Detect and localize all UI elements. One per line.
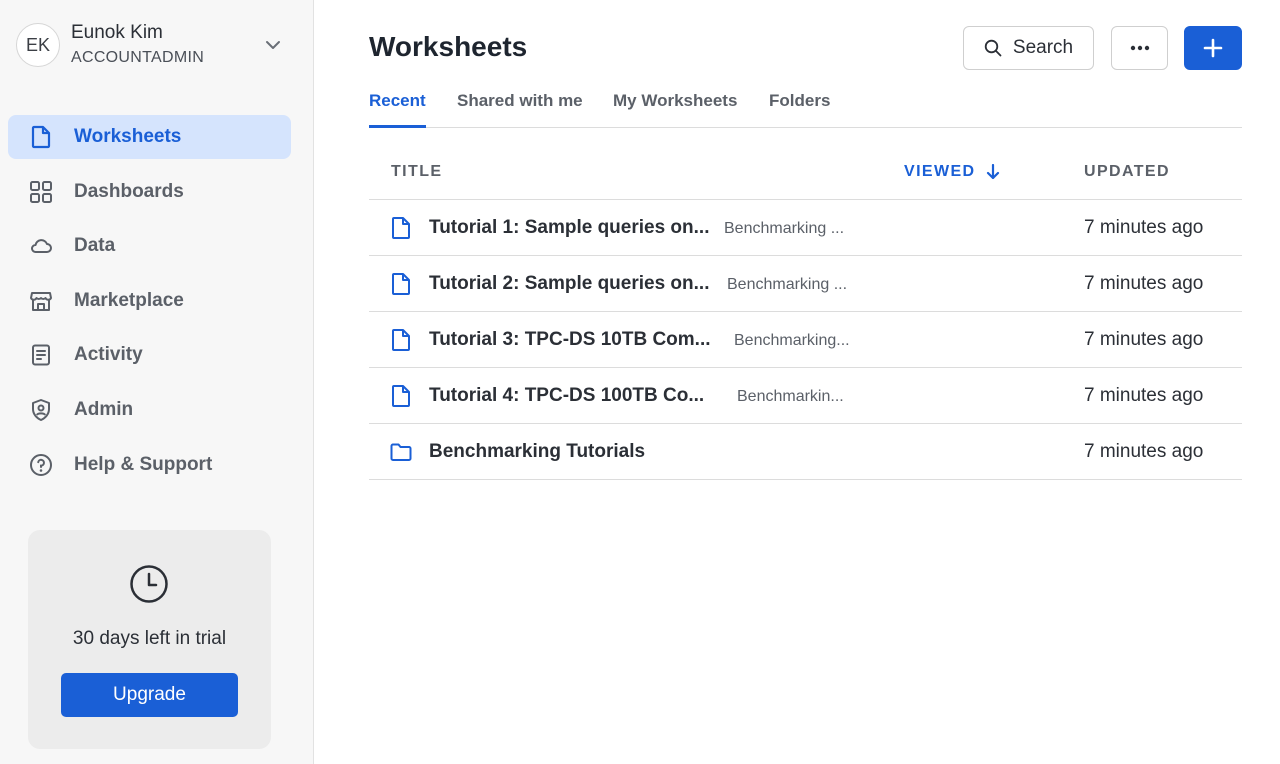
table-row[interactable]: Tutorial 3: TPC-DS 10TB Com... Benchmark…: [369, 312, 1242, 368]
row-title: Tutorial 1: Sample queries on...: [429, 217, 710, 238]
row-updated: 7 minutes ago: [1084, 217, 1204, 238]
tab-folders[interactable]: Folders: [769, 88, 830, 128]
search-icon: [984, 39, 1002, 57]
dashboard-grid-icon: [29, 180, 53, 204]
sidebar: EK Eunok Kim ACCOUNTADMIN Worksheets Das…: [0, 0, 314, 764]
page-title: Worksheets: [369, 31, 528, 62]
row-folder: Benchmarkin...: [737, 388, 844, 405]
help-circle-icon: [29, 453, 53, 477]
sidebar-nav: Worksheets Dashboards Data Marketplace A…: [8, 115, 291, 497]
worksheet-icon: [392, 329, 410, 351]
worksheet-icon: [29, 125, 53, 149]
row-title: Tutorial 3: TPC-DS 10TB Com...: [429, 329, 711, 350]
avatar: EK: [16, 23, 60, 67]
row-title: Tutorial 4: TPC-DS 100TB Co...: [429, 385, 705, 406]
sidebar-item-label: Data: [74, 235, 116, 257]
table-row[interactable]: Tutorial 1: Sample queries on... Benchma…: [369, 200, 1242, 256]
row-folder: Benchmarking...: [734, 332, 850, 349]
worksheet-icon: [392, 217, 410, 239]
row-updated: 7 minutes ago: [1084, 441, 1204, 462]
user-role: ACCOUNTADMIN: [71, 49, 205, 66]
shield-user-icon: [29, 398, 53, 422]
sidebar-item-admin[interactable]: Admin: [8, 388, 291, 432]
activity-list-icon: [29, 343, 53, 367]
sidebar-item-label: Activity: [74, 344, 143, 366]
plus-icon: [1203, 38, 1223, 58]
upgrade-button[interactable]: Upgrade: [61, 673, 238, 717]
sidebar-item-dashboards[interactable]: Dashboards: [8, 170, 291, 214]
table-row[interactable]: Tutorial 2: Sample queries on... Benchma…: [369, 256, 1242, 312]
user-menu[interactable]: EK Eunok Kim ACCOUNTADMIN: [16, 20, 298, 70]
more-horizontal-icon: [1130, 45, 1149, 51]
row-folder: Benchmarking ...: [727, 276, 848, 293]
sidebar-item-label: Admin: [74, 398, 134, 420]
worksheet-icon: [392, 273, 410, 295]
more-options-button[interactable]: [1111, 26, 1168, 70]
search-button-label: Search: [1012, 37, 1074, 58]
column-header-viewed-label: VIEWED: [904, 163, 976, 180]
worksheet-icon: [392, 385, 410, 407]
clock-icon: [130, 565, 168, 603]
sidebar-item-label: Marketplace: [74, 289, 184, 311]
row-folder: Benchmarking ...: [724, 220, 845, 237]
tab-recent[interactable]: Recent: [369, 88, 426, 128]
row-updated: 7 minutes ago: [1084, 385, 1204, 406]
user-name: Eunok Kim: [71, 22, 163, 43]
sidebar-item-help-support[interactable]: Help & Support: [8, 443, 291, 487]
tab-bar: Recent Shared with me My Worksheets Fold…: [369, 88, 1242, 128]
chevron-down-icon: [266, 41, 280, 49]
sidebar-item-activity[interactable]: Activity: [8, 333, 291, 377]
table-row[interactable]: Benchmarking Tutorials 7 minutes ago: [369, 424, 1242, 480]
sidebar-item-data[interactable]: Data: [8, 224, 291, 268]
row-updated: 7 minutes ago: [1084, 329, 1204, 350]
add-worksheet-button[interactable]: [1184, 26, 1242, 70]
row-updated: 7 minutes ago: [1084, 273, 1204, 294]
sidebar-item-label: Dashboards: [74, 180, 184, 202]
sort-arrow-down-icon: [986, 164, 999, 180]
column-header-updated[interactable]: UPDATED: [1084, 163, 1170, 181]
cloud-icon: [29, 234, 53, 258]
column-header-title[interactable]: TITLE: [391, 163, 442, 181]
storefront-icon: [29, 289, 53, 313]
row-title: Benchmarking Tutorials: [429, 441, 646, 462]
sidebar-item-label: Help & Support: [74, 453, 213, 475]
column-header-viewed[interactable]: VIEWED: [904, 163, 1000, 181]
table-header: TITLE VIEWED UPDATED: [369, 145, 1242, 200]
trial-card: 30 days left in trial Upgrade: [28, 530, 271, 749]
folder-icon: [390, 443, 412, 461]
tab-my-worksheets[interactable]: My Worksheets: [613, 88, 737, 128]
table-row[interactable]: Tutorial 4: TPC-DS 100TB Co... Benchmark…: [369, 368, 1242, 424]
trial-days-left: 30 days left in trial: [72, 628, 227, 649]
sidebar-item-worksheets[interactable]: Worksheets: [8, 115, 291, 159]
tab-shared-with-me[interactable]: Shared with me: [457, 88, 583, 128]
sidebar-item-label: Worksheets: [74, 126, 182, 147]
row-title: Tutorial 2: Sample queries on...: [429, 273, 710, 294]
sidebar-item-marketplace[interactable]: Marketplace: [8, 279, 291, 323]
search-button[interactable]: Search: [963, 26, 1094, 70]
